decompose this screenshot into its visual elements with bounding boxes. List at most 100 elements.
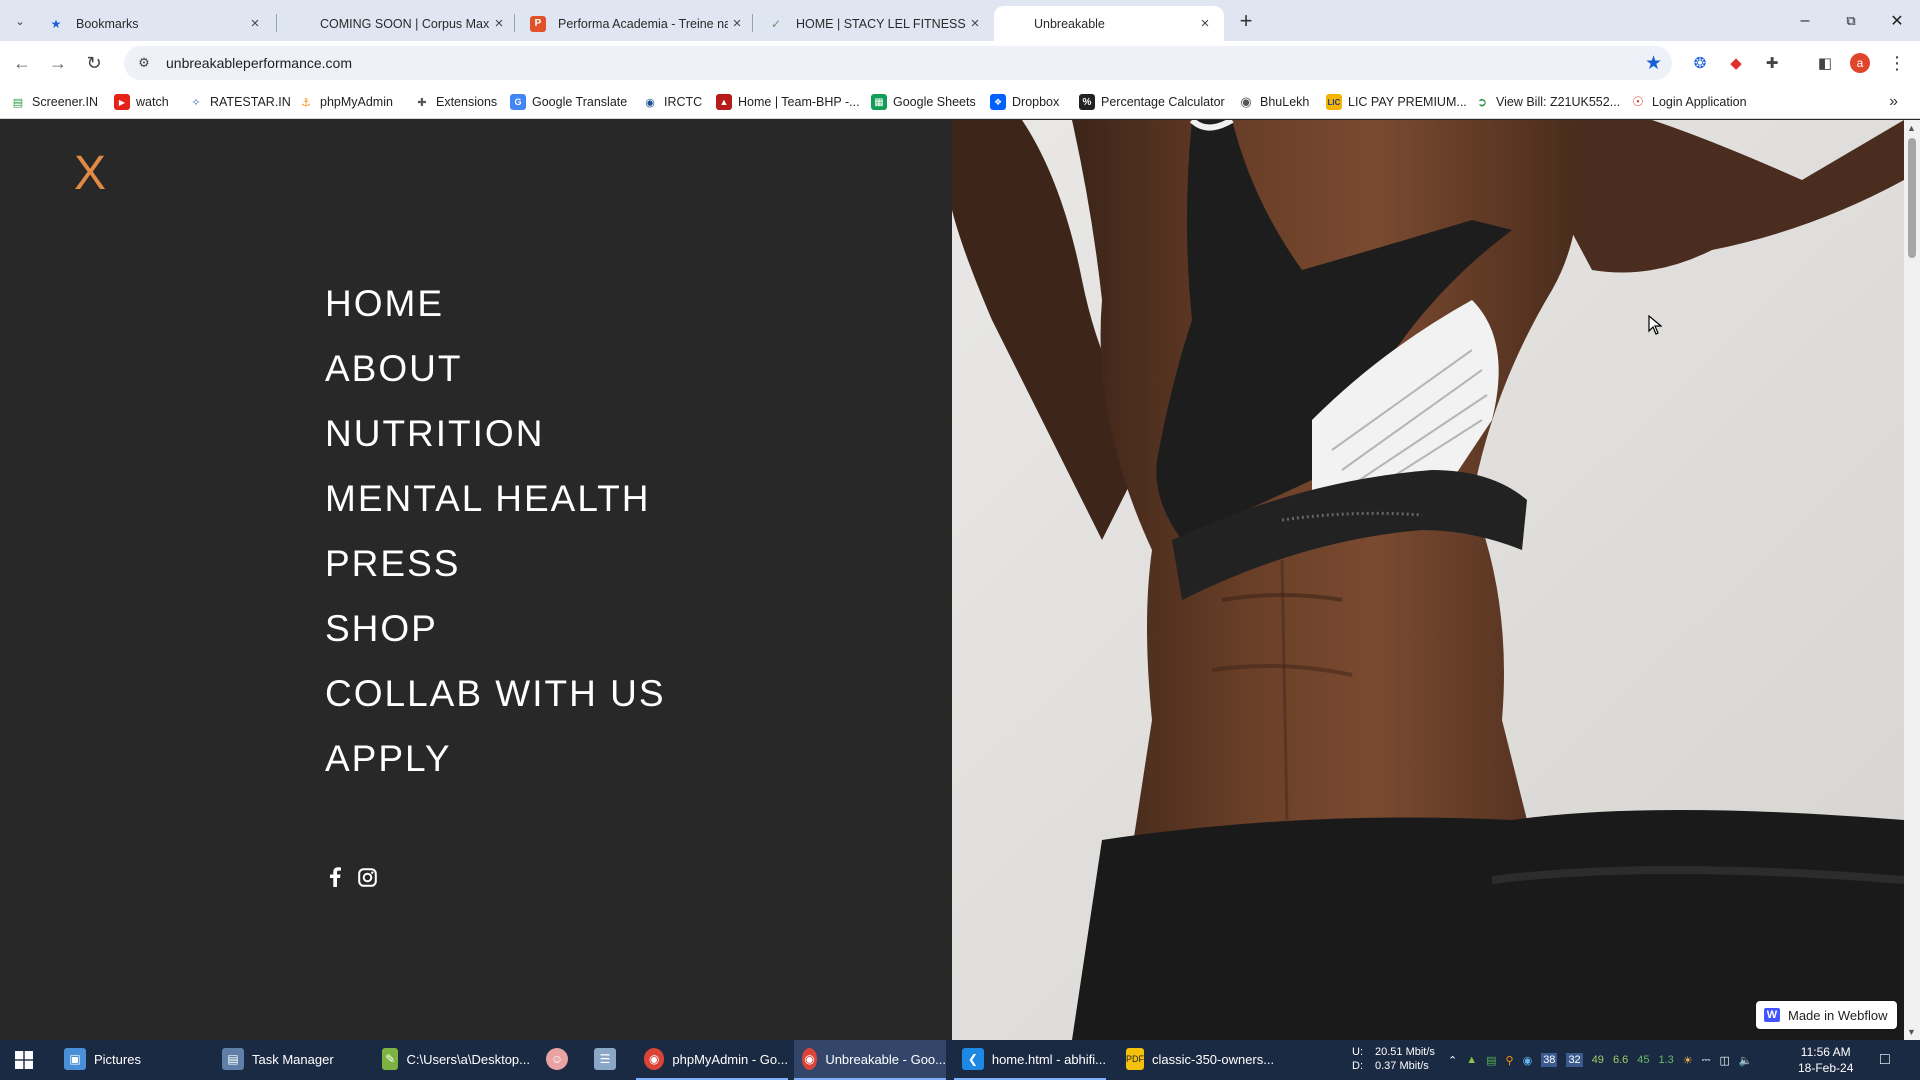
side-panel-icon[interactable]: ◧: [1813, 51, 1837, 75]
taskbar-clock[interactable]: 11:56 AM 18-Feb-24: [1798, 1044, 1853, 1076]
stacy-favicon: ✓: [770, 16, 782, 31]
tab-stacy[interactable]: ✓ HOME | STACY LEL FITNESS ×: [756, 6, 994, 41]
bookmark-google-translate[interactable]: G Google Translate: [510, 92, 627, 112]
bookmark-percentage-calculator[interactable]: % Percentage Calculator: [1079, 92, 1225, 112]
close-window-button[interactable]: ✕: [1874, 0, 1920, 41]
close-tab-icon[interactable]: ×: [246, 15, 264, 33]
instagram-icon[interactable]: [357, 866, 377, 888]
made-in-webflow-badge[interactable]: W Made in Webflow: [1756, 1001, 1898, 1029]
social-links: [325, 866, 377, 888]
taskbar-chrome-phpmyadmin[interactable]: ◉ phpMyAdmin - Go...: [636, 1040, 788, 1080]
volume-icon[interactable]: 🔈: [1739, 1054, 1753, 1067]
chevron-up-icon[interactable]: ⌃: [1448, 1054, 1457, 1067]
forward-button[interactable]: →: [44, 49, 72, 77]
close-menu-button[interactable]: X: [74, 150, 106, 198]
tab-performa[interactable]: P Performa Academia - Treine na ×: [518, 6, 756, 41]
taskbar-chrome-unbreakable[interactable]: ◉ Unbreakable - Goo...: [794, 1040, 946, 1080]
facebook-icon[interactable]: [325, 866, 345, 888]
scroll-down-arrow-icon[interactable]: ▼: [1907, 1027, 1916, 1037]
taskbar-pdf[interactable]: PDF classic-350-owners...: [1118, 1040, 1274, 1080]
tray-stat-4[interactable]: 1.3: [1658, 1054, 1673, 1066]
nav-item-collab[interactable]: COLLAB WITH US: [325, 675, 666, 740]
nav-item-press[interactable]: PRESS: [325, 545, 666, 610]
tray-search-icon[interactable]: ⚲: [1506, 1054, 1514, 1067]
taskbar-vscode[interactable]: ❮ home.html - abhifi...: [954, 1040, 1106, 1080]
extension-blue-icon[interactable]: ❂: [1688, 51, 1712, 75]
bookmark-login-application[interactable]: ☉ Login Application: [1630, 92, 1746, 112]
new-tab-button[interactable]: +: [1233, 8, 1259, 34]
nav-item-mental-health[interactable]: MENTAL HEALTH: [325, 480, 666, 545]
bookmark-bhulekh[interactable]: ◉ BhuLekh: [1238, 92, 1309, 112]
tray-stat-3[interactable]: 45: [1637, 1054, 1649, 1066]
nav-item-shop[interactable]: SHOP: [325, 610, 666, 675]
tray-stat-1[interactable]: 49: [1592, 1054, 1604, 1066]
bookmark-lic[interactable]: LIC LIC PAY PREMIUM...: [1326, 92, 1467, 112]
profile-avatar[interactable]: a: [1850, 53, 1870, 73]
tray-sun-icon[interactable]: ☀: [1683, 1054, 1693, 1067]
taskbar-task-manager[interactable]: ▤ Task Manager: [214, 1040, 366, 1080]
more-bookmarks-icon[interactable]: »: [1889, 93, 1898, 111]
scroll-thumb[interactable]: [1908, 138, 1916, 258]
tab-bookmarks[interactable]: ★ Bookmarks ×: [36, 6, 274, 41]
nav-item-apply[interactable]: APPLY: [325, 740, 666, 805]
tray-usb-icon[interactable]: ⎓: [1702, 1054, 1711, 1067]
network-icon[interactable]: ◫: [1719, 1054, 1729, 1067]
chevron-down-icon: ⌄: [15, 15, 25, 28]
bookmarks-bar: ▤ Screener.IN ▶ watch ✧ RATESTAR.IN ⚓ ph…: [0, 85, 1920, 119]
start-button[interactable]: [0, 1040, 48, 1080]
bookmark-extensions[interactable]: ✚ Extensions: [414, 92, 497, 112]
bookmark-watch[interactable]: ▶ watch: [114, 92, 169, 112]
bar-chart-icon: ▤: [12, 96, 24, 109]
site-info-icon[interactable]: ⚙: [134, 55, 154, 71]
nav-item-about[interactable]: ABOUT: [325, 350, 666, 415]
hero-image: [952, 120, 1904, 1040]
tray-globe-icon[interactable]: ◉: [1523, 1054, 1533, 1067]
notification-center-icon[interactable]: □: [1880, 1040, 1890, 1080]
nav-item-home[interactable]: HOME: [325, 285, 666, 350]
tray-stat-2[interactable]: 6.6: [1613, 1054, 1628, 1066]
bookmark-google-sheets[interactable]: ▦ Google Sheets: [871, 92, 976, 112]
taskbar-notepad[interactable]: ✎ C:\Users\a\Desktop...: [374, 1040, 530, 1080]
close-tab-icon[interactable]: ×: [728, 15, 746, 33]
pictures-icon: ▣: [64, 1048, 86, 1070]
taskbar-pictures[interactable]: ▣ Pictures: [56, 1040, 212, 1080]
close-tab-icon[interactable]: ×: [1196, 15, 1214, 33]
nav-item-nutrition[interactable]: NUTRITION: [325, 415, 666, 480]
tab-unbreakable[interactable]: Unbreakable ×: [994, 6, 1224, 41]
close-tab-icon[interactable]: ×: [966, 15, 984, 33]
scroll-up-arrow-icon[interactable]: ▲: [1907, 123, 1916, 133]
bookmark-view-bill[interactable]: ➲ View Bill: Z21UK552...: [1474, 92, 1620, 112]
close-tab-icon[interactable]: ×: [490, 15, 508, 33]
blank-favicon: [1006, 16, 1022, 32]
minimize-button[interactable]: –: [1782, 0, 1828, 41]
bookmark-screener[interactable]: ▤ Screener.IN: [10, 92, 98, 112]
taskbar-app[interactable]: ☺: [538, 1040, 580, 1080]
menu-kebab-icon[interactable]: ⋮: [1885, 51, 1909, 75]
bookmark-teambhp[interactable]: ▲ Home | Team-BHP -...: [716, 92, 860, 112]
bookmark-star-icon: ★: [50, 16, 62, 31]
url-text[interactable]: unbreakableperformance.com: [166, 55, 352, 71]
back-button[interactable]: ←: [8, 49, 36, 77]
tray-temp-cpu[interactable]: 38: [1541, 1053, 1558, 1067]
taskbar-document[interactable]: ☰: [586, 1040, 628, 1080]
main-nav: HOME ABOUT NUTRITION MENTAL HEALTH PRESS…: [325, 285, 666, 805]
bookmark-irctc[interactable]: ◉ IRCTC: [642, 92, 702, 112]
extensions-puzzle-icon[interactable]: ✚: [1760, 51, 1784, 75]
address-bar[interactable]: ⚙ unbreakableperformance.com ★: [124, 46, 1672, 80]
plus-icon: +: [1239, 8, 1253, 33]
arrow-right-icon: →: [49, 52, 67, 73]
tray-temp-gpu[interactable]: 32: [1566, 1053, 1583, 1067]
bookmark-star-icon[interactable]: ★: [1645, 52, 1662, 75]
bookmark-ratestar[interactable]: ✧ RATESTAR.IN: [188, 92, 290, 112]
tab-search-button[interactable]: ⌄: [8, 9, 32, 33]
bookmark-dropbox[interactable]: ❖ Dropbox: [990, 92, 1059, 112]
restore-button[interactable]: ⧉: [1828, 0, 1874, 41]
bookmark-phpmyadmin[interactable]: ⚓ phpMyAdmin: [298, 92, 393, 112]
tray-chart-icon[interactable]: ▤: [1486, 1054, 1496, 1067]
tray-app-icon[interactable]: ▲: [1466, 1054, 1477, 1066]
page-scrollbar[interactable]: ▲ ▼: [1904, 120, 1920, 1040]
extension-shield-icon[interactable]: ◆: [1724, 51, 1748, 75]
mouse-pointer-icon: [1648, 314, 1663, 340]
tab-corpus[interactable]: COMING SOON | Corpus Maxin ×: [280, 6, 518, 41]
reload-button[interactable]: ↻: [80, 49, 108, 77]
